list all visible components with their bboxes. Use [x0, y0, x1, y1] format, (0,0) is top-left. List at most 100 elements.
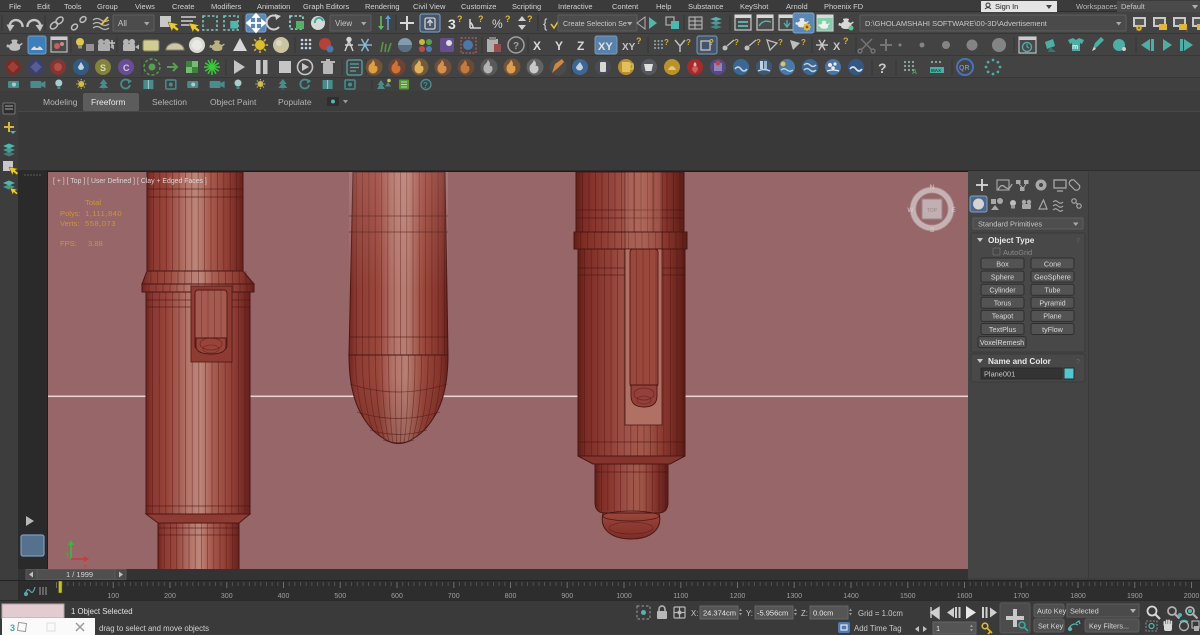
svg-text:S: S — [930, 227, 935, 234]
svg-text:Cylinder: Cylinder — [989, 286, 1016, 295]
svg-text:X:: X: — [691, 609, 698, 618]
svg-text:1: 1 — [936, 624, 940, 633]
svg-text:W: W — [907, 207, 914, 214]
svg-text:Set Key: Set Key — [1038, 622, 1064, 631]
svg-text:drag to select and move object: drag to select and move objects — [99, 624, 209, 633]
svg-text:Auto Key: Auto Key — [1037, 607, 1067, 616]
svg-text:N: N — [930, 184, 935, 191]
svg-text:Phoenix FD: Phoenix FD — [824, 2, 864, 11]
svg-text:Standard Primitives: Standard Primitives — [978, 220, 1042, 229]
svg-text:Populate: Populate — [278, 97, 312, 107]
svg-text:Tube: Tube — [1044, 286, 1060, 295]
svg-text:3.88: 3.88 — [88, 239, 103, 248]
svg-text:1000: 1000 — [616, 593, 632, 600]
svg-text:?: ? — [843, 36, 849, 46]
svg-text:Help: Help — [656, 2, 671, 11]
svg-text:?: ? — [709, 38, 714, 47]
svg-text:?: ? — [801, 38, 806, 47]
svg-text:AutoGrid: AutoGrid — [1003, 248, 1032, 257]
svg-text:Polys:: Polys: — [60, 209, 81, 218]
svg-text:?: ? — [457, 14, 463, 24]
svg-text:1600: 1600 — [957, 593, 973, 600]
svg-text:Torus: Torus — [994, 299, 1012, 308]
svg-text:E: E — [951, 207, 956, 214]
svg-text:?: ? — [756, 38, 761, 47]
svg-text:Interactive: Interactive — [558, 2, 593, 11]
svg-text:?: ? — [1076, 359, 1080, 366]
svg-text:?: ? — [513, 41, 519, 52]
svg-text:1500: 1500 — [900, 593, 916, 600]
svg-text:Box: Box — [996, 259, 1009, 268]
svg-text:Workspaces:: Workspaces: — [1076, 2, 1119, 11]
svg-text:Grid = 1.0cm: Grid = 1.0cm — [858, 609, 903, 618]
svg-text:XY: XY — [598, 41, 613, 53]
svg-text:View: View — [335, 19, 352, 28]
svg-text:2000: 2000 — [1184, 593, 1200, 600]
svg-text:VoxelRemesh: VoxelRemesh — [980, 338, 1024, 347]
svg-text:Rendering: Rendering — [365, 2, 400, 11]
svg-text:1700: 1700 — [1013, 593, 1029, 600]
svg-text:C: C — [123, 63, 130, 73]
svg-text:Graph Editors: Graph Editors — [303, 2, 350, 11]
svg-text:?: ? — [664, 38, 669, 47]
svg-text:?: ? — [686, 38, 691, 47]
svg-text:Teapot: Teapot — [992, 312, 1014, 321]
svg-text:?: ? — [423, 81, 428, 90]
svg-text:Edit: Edit — [37, 2, 51, 11]
svg-text:3: 3 — [10, 623, 15, 633]
svg-text:Create: Create — [172, 2, 195, 11]
svg-text:Selection: Selection — [152, 97, 187, 107]
svg-text:m: m — [1072, 44, 1078, 51]
svg-text:3: 3 — [448, 16, 456, 32]
svg-text:Sphere: Sphere — [991, 272, 1014, 281]
svg-text:1200: 1200 — [730, 593, 746, 600]
svg-text:558,073: 558,073 — [85, 219, 116, 228]
svg-text:Substance: Substance — [688, 2, 723, 11]
svg-text:QR: QR — [959, 65, 970, 72]
svg-text:Total: Total — [85, 198, 101, 207]
svg-text:Y: Y — [555, 39, 563, 53]
svg-text:300: 300 — [221, 593, 233, 600]
svg-text:MAX: MAX — [931, 68, 941, 73]
svg-text:Civil View: Civil View — [413, 2, 446, 11]
svg-text:Arnold: Arnold — [786, 2, 808, 11]
svg-text:Object Paint: Object Paint — [210, 97, 257, 107]
svg-text:800: 800 — [505, 593, 517, 600]
svg-text:Views: Views — [135, 2, 155, 11]
svg-text:?: ? — [527, 14, 533, 24]
svg-text:900: 900 — [561, 593, 573, 600]
svg-text:Cone: Cone — [1044, 259, 1061, 268]
svg-text:Key Filters...: Key Filters... — [1089, 622, 1129, 631]
svg-text:1 / 1999: 1 / 1999 — [66, 570, 93, 579]
svg-text:100: 100 — [107, 593, 119, 600]
svg-text:?: ? — [734, 38, 739, 47]
svg-text:TOP: TOP — [927, 208, 938, 214]
svg-text:24.374cm: 24.374cm — [703, 609, 736, 618]
svg-text:400: 400 — [278, 593, 290, 600]
svg-text:tyFlow: tyFlow — [1042, 325, 1064, 334]
svg-text:{: { — [543, 16, 548, 31]
svg-text:Scripting: Scripting — [512, 2, 541, 11]
svg-text:Verts:: Verts: — [60, 219, 79, 228]
svg-text:GeoSphere: GeoSphere — [1034, 272, 1071, 281]
svg-text:0.0cm: 0.0cm — [813, 609, 833, 618]
svg-text:?: ? — [478, 14, 484, 24]
svg-text:1800: 1800 — [1070, 593, 1086, 600]
svg-text:Customize: Customize — [461, 2, 496, 11]
svg-text:1900: 1900 — [1127, 593, 1143, 600]
svg-text:Sign In: Sign In — [995, 2, 1018, 11]
svg-text:?: ? — [636, 36, 642, 46]
svg-text:1100: 1100 — [673, 593, 688, 600]
svg-text:D:\GHOLAMSHAHI SOFTWARE\00-3D\: D:\GHOLAMSHAHI SOFTWARE\00-3D\Advertisem… — [865, 19, 1048, 28]
svg-text:Z:: Z: — [801, 609, 808, 618]
svg-text:File: File — [9, 2, 21, 11]
svg-text:X: X — [833, 41, 841, 53]
svg-text:Pyramid: Pyramid — [1039, 299, 1065, 308]
svg-text:?: ? — [878, 60, 887, 76]
svg-text:[ + ] [ Top ] [ User Defined ]: [ + ] [ Top ] [ User Defined ] [ Clay + … — [53, 178, 207, 185]
svg-text:1400: 1400 — [843, 593, 859, 600]
svg-text:1,111,840: 1,111,840 — [85, 209, 122, 218]
svg-text:?: ? — [505, 14, 511, 24]
svg-text:Group: Group — [97, 2, 118, 11]
svg-text:All: All — [118, 19, 127, 28]
